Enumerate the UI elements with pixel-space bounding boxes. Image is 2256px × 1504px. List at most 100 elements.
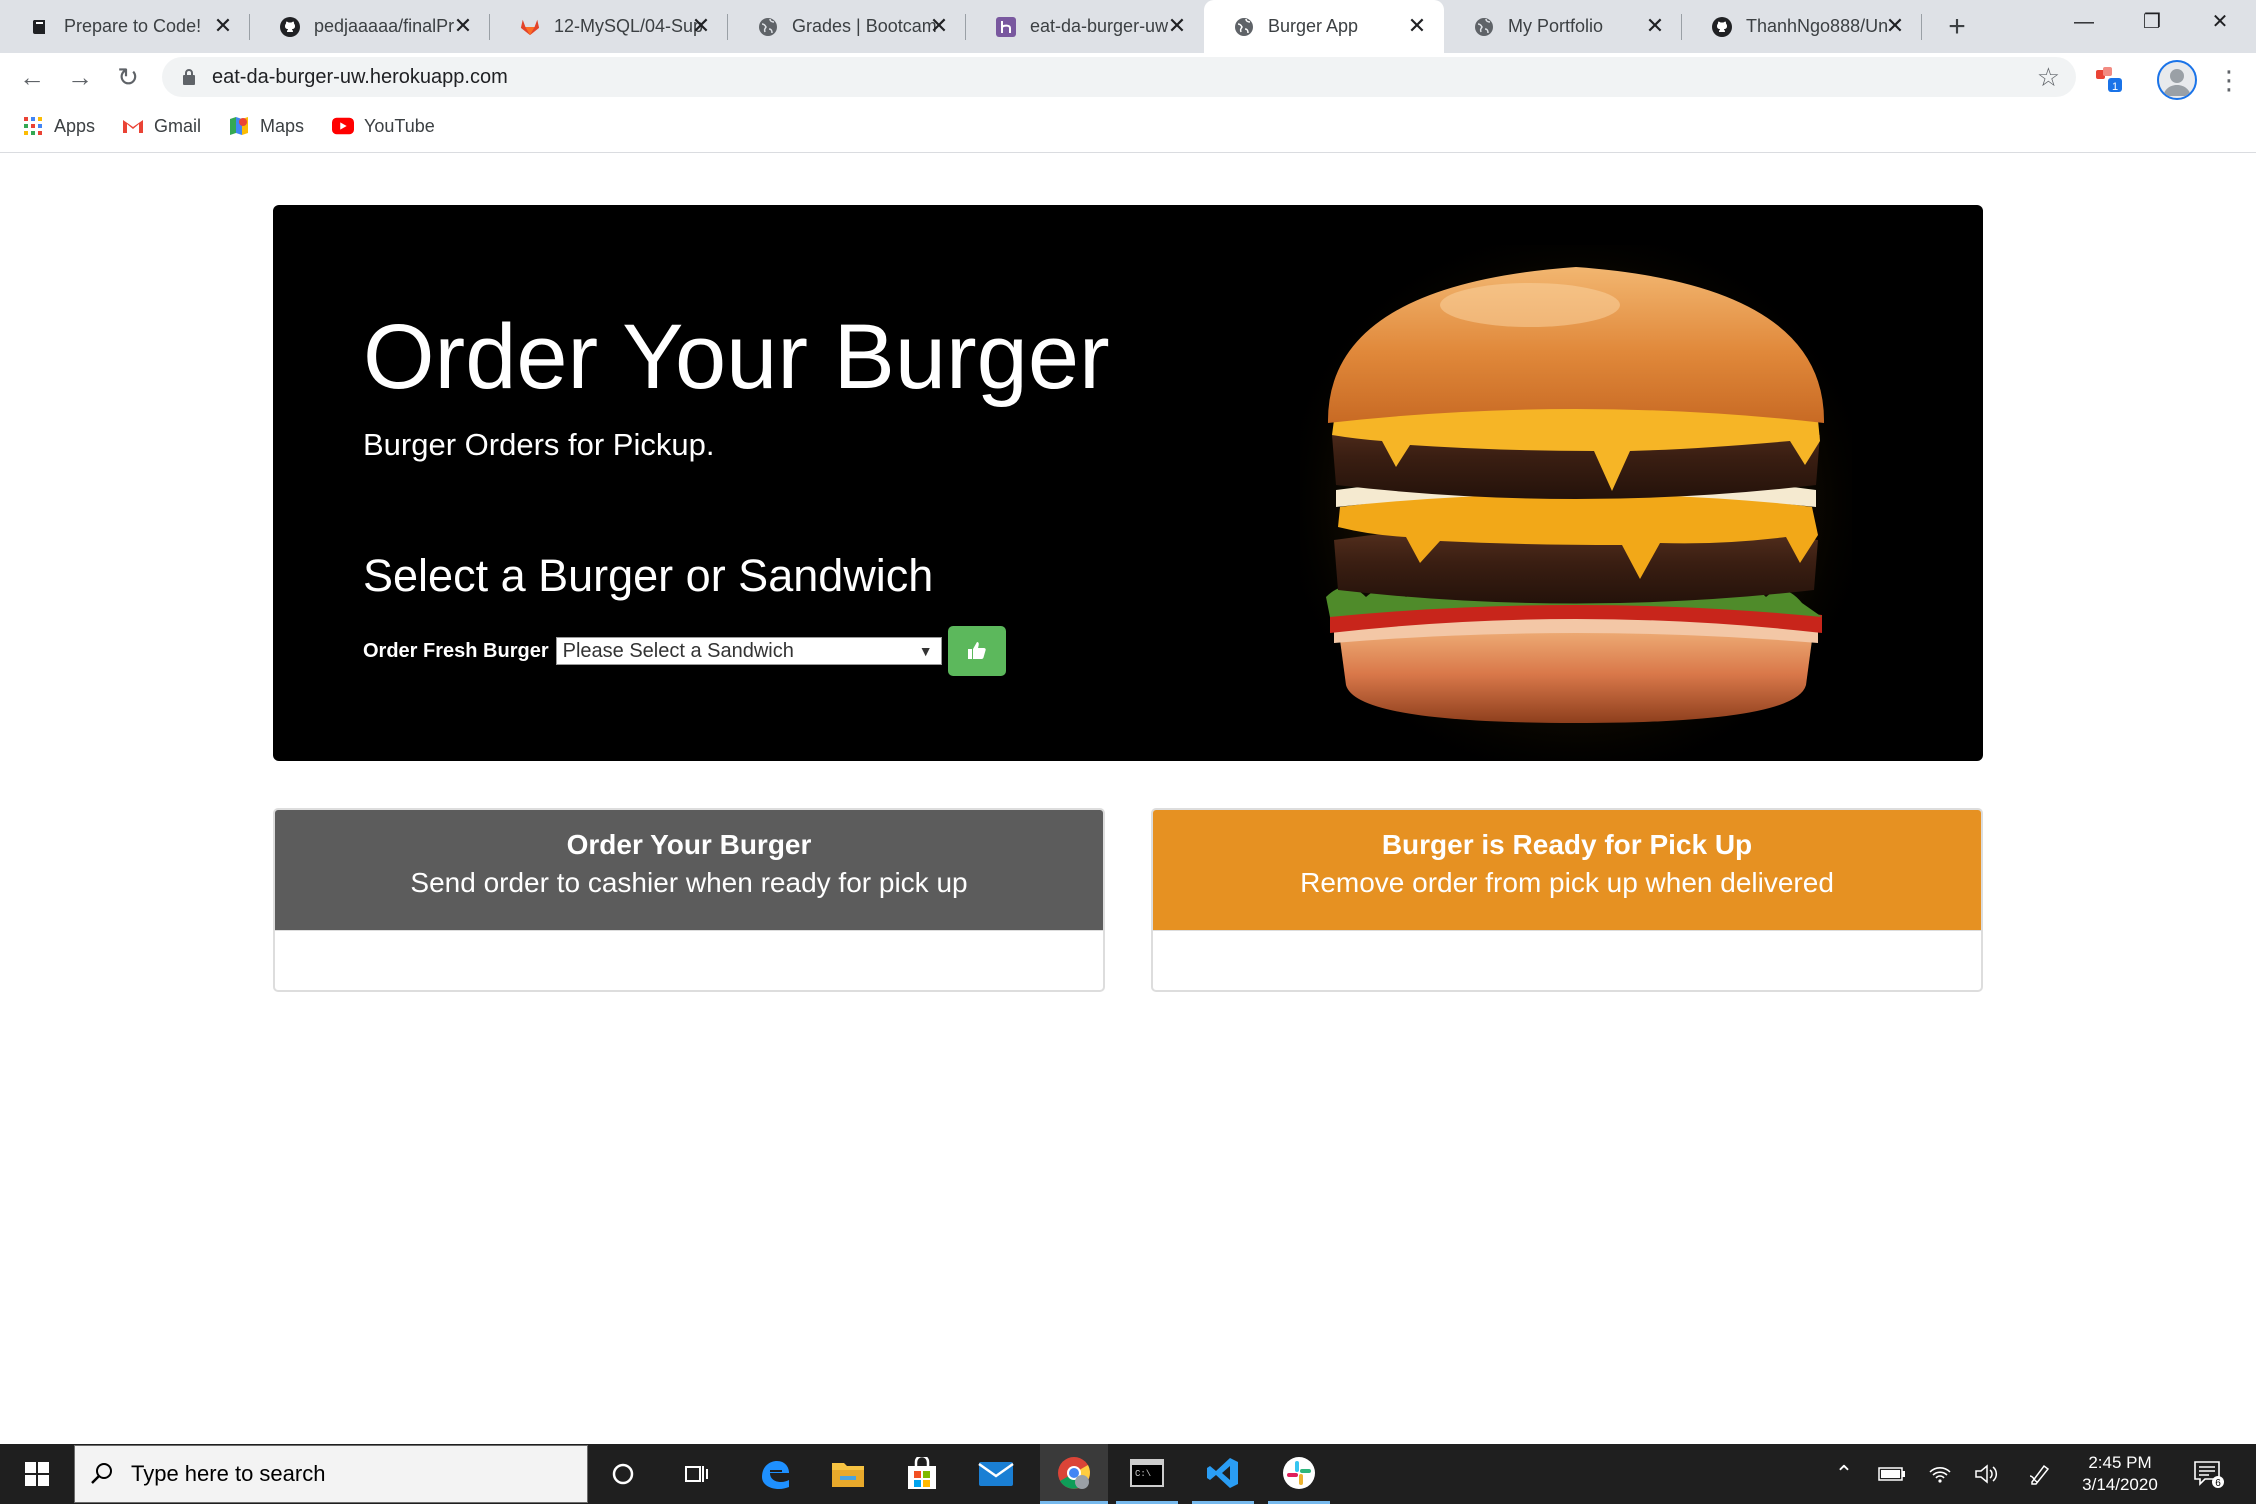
tab-prepare-to-code[interactable]: Prepare to Code! ✕: [0, 0, 250, 53]
bookmark-maps[interactable]: Maps: [228, 113, 304, 139]
bookmark-label: YouTube: [364, 115, 435, 136]
hero-jumbotron: Order Your Burger Burger Orders for Pick…: [273, 205, 1983, 761]
extension-icon[interactable]: 1: [2094, 64, 2124, 94]
ready-panel: Burger is Ready for Pick Up Remove order…: [1151, 808, 1983, 992]
terminal-icon[interactable]: C:\: [1116, 1444, 1178, 1504]
notifications-icon[interactable]: 6: [2186, 1444, 2232, 1504]
dropdown-arrow-icon: ▼: [918, 643, 933, 659]
book-icon: [30, 17, 50, 37]
order-panel: Order Your Burger Send order to cashier …: [273, 808, 1105, 992]
burger-image: [1300, 245, 1852, 761]
taskbar-search[interactable]: Type here to search: [74, 1445, 588, 1503]
tab-heroku-app[interactable]: eat-da-burger-uw ✕: [966, 0, 1204, 53]
ready-panel-title: Burger is Ready for Pick Up: [1381, 829, 1753, 860]
microsoft-store-icon[interactable]: [892, 1444, 952, 1504]
github-icon: [1712, 16, 1732, 37]
close-tab-icon[interactable]: ✕: [1164, 13, 1190, 39]
browser-menu-icon[interactable]: ⋮: [2216, 60, 2242, 100]
forward-button[interactable]: →: [62, 59, 98, 95]
bookmark-label: Apps: [54, 115, 96, 136]
tab-gitlab-mysql[interactable]: 12-MySQL/04-Sup ✕: [490, 0, 728, 53]
close-tab-icon[interactable]: ✕: [688, 13, 714, 39]
sandwich-select-value: Please Select a Sandwich: [562, 640, 794, 662]
svg-text:C:\: C:\: [1135, 1469, 1151, 1479]
ready-panel-subtitle: Remove order from pick up when delivered: [1300, 867, 1834, 898]
order-panel-header: Order Your Burger Send order to cashier …: [275, 810, 1103, 930]
tab-title: Prepare to Code!: [64, 16, 202, 36]
bookmark-label: Gmail: [154, 115, 202, 136]
order-form: Order Fresh Burger Please Select a Sandw…: [363, 626, 1006, 676]
minimize-window-button[interactable]: —: [2050, 0, 2118, 44]
lock-icon: [183, 69, 195, 85]
page-subtitle: Burger Orders for Pickup.: [363, 427, 715, 462]
order-panel-title: Order Your Burger: [566, 829, 812, 860]
close-window-button[interactable]: ✕: [2186, 0, 2254, 44]
tab-github-finalpr[interactable]: pedjaaaaa/finalPr ✕: [250, 0, 490, 53]
github-icon: [280, 16, 300, 37]
thumbs-up-icon: [967, 642, 986, 659]
volume-icon[interactable]: [1966, 1444, 2006, 1504]
ready-panel-header: Burger is Ready for Pick Up Remove order…: [1153, 810, 1981, 930]
close-tab-icon[interactable]: ✕: [210, 13, 236, 39]
bookmark-youtube[interactable]: YouTube: [332, 113, 435, 139]
close-tab-icon[interactable]: ✕: [1882, 13, 1908, 39]
order-panel-body: [275, 930, 1103, 990]
close-tab-icon[interactable]: ✕: [926, 13, 952, 39]
extension-badge: 1: [2112, 81, 2118, 93]
reload-button[interactable]: ↻: [110, 59, 146, 95]
windows-start-icon[interactable]: [0, 1444, 74, 1504]
gmail-icon: [122, 115, 144, 137]
new-tab-button[interactable]: +: [1940, 10, 1974, 44]
slack-icon[interactable]: [1268, 1444, 1330, 1504]
back-button[interactable]: ←: [14, 59, 50, 95]
address-bar[interactable]: eat-da-burger-uw.herokuapp.com ☆: [162, 57, 2076, 97]
mail-icon[interactable]: [966, 1444, 1026, 1504]
tab-burger-app[interactable]: Burger App ✕: [1204, 0, 1444, 53]
vscode-icon[interactable]: [1192, 1444, 1254, 1504]
file-explorer-icon[interactable]: [818, 1444, 878, 1504]
youtube-icon: [332, 115, 354, 137]
taskbar-date: 3/14/2020: [2082, 1475, 2158, 1494]
order-label: Order Fresh Burger: [363, 639, 549, 662]
apps-grid-icon: [22, 115, 44, 137]
search-icon: [91, 1463, 112, 1484]
heroku-icon: [996, 16, 1016, 37]
restore-window-button[interactable]: ❐: [2118, 0, 2186, 44]
tab-github-thanhngo[interactable]: ThanhNgo888/Un ✕: [1682, 0, 1922, 53]
chrome-taskbar-icon[interactable]: [1040, 1444, 1108, 1504]
taskbar-search-placeholder: Type here to search: [131, 1461, 326, 1486]
bookmarks-bar: Apps Gmail Maps YouTube: [0, 100, 2256, 153]
close-tab-icon[interactable]: ✕: [450, 13, 476, 39]
select-heading: Select a Burger or Sandwich: [363, 550, 934, 601]
globe-icon: [1474, 17, 1494, 37]
show-hidden-icons-icon[interactable]: ⌃: [1826, 1444, 1862, 1504]
notification-count: 6: [2215, 1478, 2221, 1489]
bookmark-label: Maps: [260, 115, 305, 136]
ready-panel-body: [1153, 930, 1981, 990]
windows-taskbar: Type here to search C:\ ⌃ 2:45 PM 3/14/2…: [0, 1444, 2256, 1504]
cortana-icon[interactable]: [596, 1444, 650, 1504]
close-tab-icon[interactable]: ✕: [1642, 13, 1668, 39]
url-text: eat-da-burger-uw.herokuapp.com: [212, 66, 508, 88]
bookmark-gmail[interactable]: Gmail: [122, 113, 201, 139]
maps-icon: [228, 115, 250, 137]
taskbar-clock[interactable]: 2:45 PM 3/14/2020: [2080, 1452, 2160, 1496]
profile-avatar[interactable]: [2157, 60, 2197, 100]
tab-my-portfolio[interactable]: My Portfolio ✕: [1444, 0, 1682, 53]
battery-icon[interactable]: [1872, 1444, 1912, 1504]
globe-icon: [758, 17, 778, 37]
tab-grades-bootcamp[interactable]: Grades | Bootcam ✕: [728, 0, 966, 53]
pen-ink-icon[interactable]: [2020, 1444, 2060, 1504]
edge-browser-icon[interactable]: [744, 1444, 804, 1504]
close-tab-icon[interactable]: ✕: [1404, 13, 1430, 39]
globe-icon: [1234, 17, 1254, 37]
bookmark-star-icon[interactable]: ☆: [2037, 62, 2060, 93]
task-view-icon[interactable]: [670, 1444, 724, 1504]
page-title: Order Your Burger: [363, 306, 1110, 408]
bookmark-apps[interactable]: Apps: [22, 113, 95, 139]
wifi-icon[interactable]: [1920, 1444, 1960, 1504]
gitlab-icon: [520, 17, 540, 37]
sandwich-select[interactable]: Please Select a Sandwich ▼: [555, 637, 942, 665]
submit-order-button[interactable]: [947, 626, 1006, 676]
browser-toolbar: ← → ↻ eat-da-burger-uw.herokuapp.com ☆: [0, 53, 2256, 100]
